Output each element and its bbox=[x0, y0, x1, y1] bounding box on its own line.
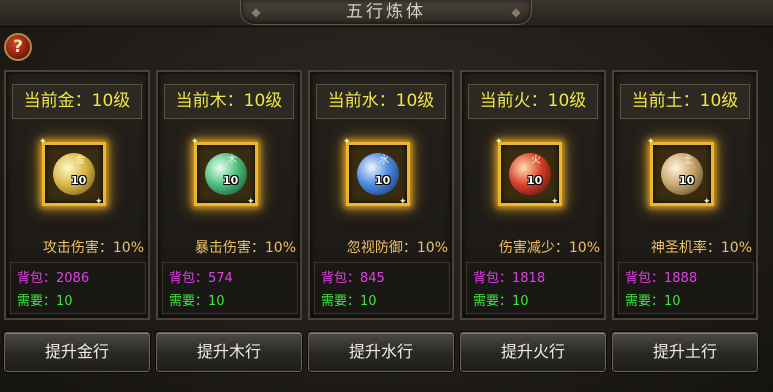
help-button[interactable]: ? bbox=[4, 33, 32, 61]
required-count: 需要：10 bbox=[473, 294, 529, 309]
upgrade-metal-button[interactable]: 提升金行 bbox=[4, 332, 150, 372]
sparkle-icon: ✦ bbox=[703, 197, 711, 207]
stock-box: 背包：845 需要：10 bbox=[314, 262, 450, 314]
element-panel-earth: 当前土：10级 土 10 ✦ ✦ 神圣机率：10% 背包：1888 需要：10 bbox=[612, 70, 758, 320]
attribute-bonus: 暴击伤害：10% bbox=[194, 240, 296, 256]
title-plate: ◆ 五行炼体 ◆ bbox=[240, 0, 532, 25]
wood-element-slot[interactable]: 木 10 ✦ ✦ bbox=[191, 137, 258, 207]
required-count: 需要：10 bbox=[625, 294, 681, 309]
upgrade-water-button[interactable]: 提升水行 bbox=[308, 332, 454, 372]
item-count: 10 bbox=[375, 174, 391, 187]
title-ornament-right-icon: ◆ bbox=[511, 5, 521, 19]
sparkle-icon: ✦ bbox=[495, 137, 503, 147]
upgrade-fire-button[interactable]: 提升火行 bbox=[460, 332, 606, 372]
element-panel-water: 当前水：10级 水 10 ✦ ✦ 忽视防御：10% 背包：845 需要：10 bbox=[308, 70, 454, 320]
attribute-bonus: 伤害减少：10% bbox=[498, 240, 600, 256]
water-element-slot[interactable]: 水 10 ✦ ✦ bbox=[343, 137, 410, 207]
level-label: 当前土：10级 bbox=[620, 84, 750, 119]
upgrade-wood-button[interactable]: 提升木行 bbox=[156, 332, 302, 372]
item-count: 10 bbox=[71, 174, 87, 187]
sparkle-icon: ✦ bbox=[247, 197, 255, 207]
bag-count: 背包：574 bbox=[169, 271, 233, 286]
item-count: 10 bbox=[223, 174, 239, 187]
title-bar: ◆ 五行炼体 ◆ bbox=[0, 0, 773, 27]
element-glyph: 土 bbox=[683, 155, 693, 166]
element-panel-wood: 当前木：10级 木 10 ✦ ✦ 暴击伤害：10% 背包：574 需要：10 bbox=[156, 70, 302, 320]
element-glyph: 火 bbox=[531, 155, 541, 166]
metal-element-slot[interactable]: 金 10 ✦ ✦ bbox=[39, 137, 106, 207]
item-count: 10 bbox=[527, 174, 543, 187]
sparkle-icon: ✦ bbox=[647, 137, 655, 147]
earth-element-slot[interactable]: 土 10 ✦ ✦ bbox=[647, 137, 714, 207]
bag-count: 背包：1818 bbox=[473, 271, 546, 286]
attribute-bonus: 攻击伤害：10% bbox=[42, 240, 144, 256]
sparkle-icon: ✦ bbox=[39, 137, 47, 147]
element-glyph: 水 bbox=[379, 155, 389, 166]
level-label: 当前水：10级 bbox=[316, 84, 446, 119]
required-count: 需要：10 bbox=[169, 294, 225, 309]
level-label: 当前火：10级 bbox=[468, 84, 598, 119]
item-count: 10 bbox=[679, 174, 695, 187]
stock-box: 背包：574 需要：10 bbox=[162, 262, 298, 314]
bag-count: 背包：2086 bbox=[17, 271, 90, 286]
sparkle-icon: ✦ bbox=[191, 137, 199, 147]
upgrade-earth-button[interactable]: 提升土行 bbox=[612, 332, 758, 372]
level-label: 当前木：10级 bbox=[164, 84, 294, 119]
required-count: 需要：10 bbox=[321, 294, 377, 309]
sparkle-icon: ✦ bbox=[399, 197, 407, 207]
attribute-bonus: 忽视防御：10% bbox=[346, 240, 448, 256]
required-count: 需要：10 bbox=[17, 294, 73, 309]
sparkle-icon: ✦ bbox=[551, 197, 559, 207]
element-glyph: 金 bbox=[75, 155, 85, 166]
five-elements-window: ◆ 五行炼体 ◆ ? 当前金：10级 金 10 ✦ ✦ 攻击伤害：10% 背包：… bbox=[0, 0, 773, 392]
element-panel-fire: 当前火：10级 火 10 ✦ ✦ 伤害减少：10% 背包：1818 需要：10 bbox=[460, 70, 606, 320]
level-label: 当前金：10级 bbox=[12, 84, 142, 119]
element-panel-metal: 当前金：10级 金 10 ✦ ✦ 攻击伤害：10% 背包：2086 需要：10 bbox=[4, 70, 150, 320]
stock-box: 背包：2086 需要：10 bbox=[10, 262, 146, 314]
sparkle-icon: ✦ bbox=[343, 137, 351, 147]
stock-box: 背包：1818 需要：10 bbox=[466, 262, 602, 314]
fire-element-slot[interactable]: 火 10 ✦ ✦ bbox=[495, 137, 562, 207]
sparkle-icon: ✦ bbox=[95, 197, 103, 207]
bag-count: 背包：845 bbox=[321, 271, 385, 286]
element-glyph: 木 bbox=[227, 155, 237, 166]
bag-count: 背包：1888 bbox=[625, 271, 698, 286]
question-icon: ? bbox=[13, 37, 23, 57]
window-title: 五行炼体 bbox=[346, 2, 426, 22]
stock-box: 背包：1888 需要：10 bbox=[618, 262, 754, 314]
attribute-bonus: 神圣机率：10% bbox=[650, 240, 752, 256]
